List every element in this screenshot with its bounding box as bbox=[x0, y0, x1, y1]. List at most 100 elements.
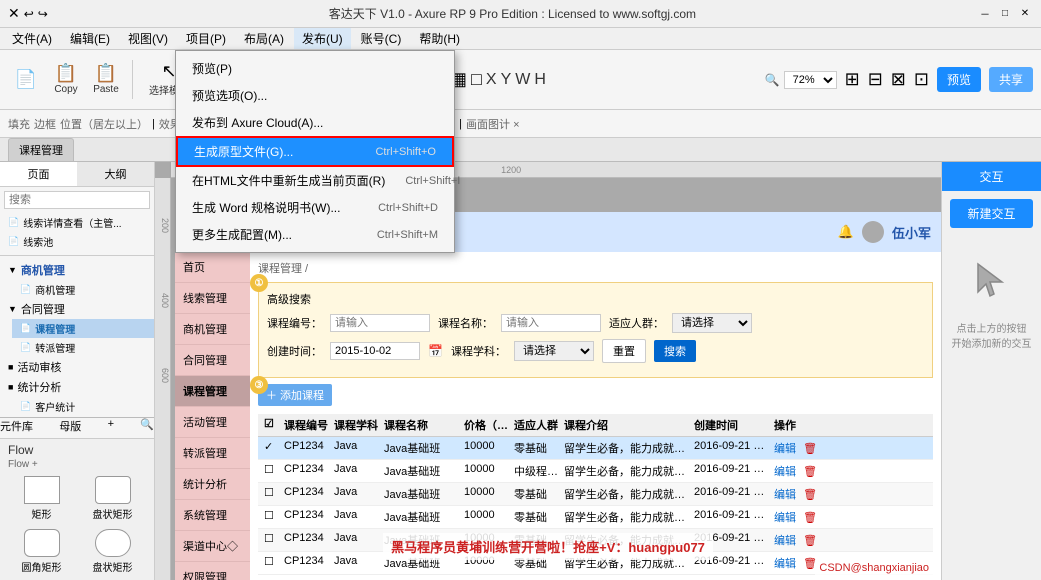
header-price: 价格（元） bbox=[462, 417, 512, 433]
maximize-btn[interactable]: □ bbox=[997, 6, 1013, 22]
search-element-btn[interactable]: 🔍 bbox=[140, 418, 154, 434]
flow-roundrect-label: 圆角矩形 bbox=[22, 559, 62, 574]
toolbar-icon-4[interactable]: ⊡ bbox=[914, 69, 929, 90]
minimize-btn[interactable]: － bbox=[977, 6, 993, 22]
flow-sublabel: Flow + bbox=[8, 459, 146, 470]
menu-view[interactable]: 视图(V) bbox=[120, 28, 176, 49]
tree-item-pool[interactable]: 📄 线索池 bbox=[0, 232, 154, 251]
ruler-vertical: 200 400 600 bbox=[155, 178, 171, 580]
header-code: 课程编号 bbox=[282, 417, 332, 433]
row5-delete-btn[interactable]: 🗑 bbox=[803, 535, 817, 547]
crm-nav-transfer[interactable]: 转派管理 bbox=[175, 438, 250, 469]
undo-btn[interactable]: ↩ bbox=[24, 7, 34, 21]
toolbar-right-group: 🔍 72% ⊞ ⊟ ⊠ ⊡ 预览 共享 bbox=[757, 67, 1033, 92]
tree-item-query[interactable]: 📄 线索详情查看（主管... bbox=[0, 213, 154, 232]
copy-btn[interactable]: 📋 Copy bbox=[48, 60, 84, 99]
crm-nav-course[interactable]: 课程管理 bbox=[175, 376, 250, 407]
menu-publish[interactable]: 发布(U) bbox=[294, 28, 351, 49]
preview-btn[interactable]: 预览 bbox=[937, 67, 981, 92]
row5-edit-btn[interactable]: 编辑 bbox=[774, 535, 796, 547]
row3-delete-btn[interactable]: 🗑 bbox=[803, 489, 817, 501]
menu-refresh-html[interactable]: 在HTML文件中重新生成当前页面(R) Ctrl+Shift+I bbox=[176, 167, 454, 194]
toolbar-icon-1[interactable]: ⊞ bbox=[845, 69, 860, 90]
add-element-btn[interactable]: + bbox=[108, 418, 114, 434]
tree-item-transfer[interactable]: 📄 转派管理 bbox=[12, 338, 154, 357]
menu-publish-cloud[interactable]: 发布到 Axure Cloud(A)... bbox=[176, 109, 454, 136]
tree-item-course-mgmt[interactable]: 📄 课程管理 bbox=[12, 319, 154, 338]
tab-outline[interactable]: 大纲 bbox=[77, 162, 154, 186]
crm-nav-contract[interactable]: 合同管理 bbox=[175, 345, 250, 376]
tree-item-contract-mgmt[interactable]: ▼ 合同管理 bbox=[0, 299, 154, 319]
create-time-input[interactable] bbox=[330, 342, 420, 360]
row2-check[interactable]: ☐ bbox=[262, 463, 282, 479]
course-name-input[interactable] bbox=[501, 314, 601, 332]
row4-delete-btn[interactable]: 🗑 bbox=[803, 512, 817, 524]
row2-edit-btn[interactable]: 编辑 bbox=[774, 466, 796, 478]
calendar-icon[interactable]: 📅 bbox=[428, 344, 443, 358]
menu-file[interactable]: 文件(A) bbox=[4, 28, 60, 49]
right-tab-interact[interactable]: 交互 bbox=[942, 162, 1041, 191]
menu-project[interactable]: 项目(P) bbox=[178, 28, 234, 49]
toolbar-icon-2[interactable]: ⊟ bbox=[868, 69, 883, 90]
tab-course-mgmt[interactable]: 课程管理 bbox=[8, 138, 74, 161]
element-panel: 元件库 母版 + 🔍 Flow Flow + 矩形 盘状矩形 bbox=[0, 417, 154, 580]
flow-roundrect-item[interactable]: 圆角矩形 bbox=[8, 527, 75, 576]
menu-preview-opts[interactable]: 预览选项(O)... bbox=[176, 82, 454, 109]
row4-edit-btn[interactable]: 编辑 bbox=[774, 512, 796, 524]
row6-edit-btn[interactable]: 编辑 bbox=[774, 558, 796, 570]
tree-item-customer-stat[interactable]: 📄 客户统计 bbox=[12, 397, 154, 416]
menu-layout[interactable]: 布局(A) bbox=[236, 28, 292, 49]
course-type-select[interactable]: 请选择 bbox=[514, 341, 594, 361]
row3-edit-btn[interactable]: 编辑 bbox=[774, 489, 796, 501]
flow-round-item[interactable]: 盘状矩形 bbox=[79, 474, 146, 523]
new-interact-btn[interactable]: 新建交互 bbox=[950, 199, 1033, 228]
flow-stadium-item[interactable]: 盘状矩形 bbox=[79, 527, 146, 576]
tree-item-merchant[interactable]: 📄 商机管理 bbox=[12, 280, 154, 299]
paste-btn[interactable]: 📋 Paste bbox=[88, 60, 124, 99]
text-y-label: Y bbox=[501, 71, 512, 89]
expand-icon-stats: ■ bbox=[8, 382, 13, 392]
row1-delete-btn[interactable]: 🗑 bbox=[803, 443, 817, 455]
header-subject: 课程学科 bbox=[332, 417, 382, 433]
row1-check[interactable]: ✓ bbox=[262, 440, 282, 456]
close-btn[interactable]: ✕ bbox=[1017, 6, 1033, 22]
tree-item-merchant-mgmt[interactable]: ▼ 商机管理 bbox=[0, 260, 154, 280]
menu-more-generate[interactable]: 更多生成配置(M)... Ctrl+Shift+M bbox=[176, 221, 454, 248]
reset-btn[interactable]: 重置 bbox=[602, 339, 646, 363]
menu-preview[interactable]: 预览(P) bbox=[176, 55, 454, 82]
border-btn[interactable]: □ bbox=[471, 69, 482, 90]
redo-btn[interactable]: ↪ bbox=[38, 7, 48, 21]
menu-generate-html[interactable]: 生成原型文件(G)... Ctrl+Shift+O bbox=[176, 136, 454, 167]
course-code-input[interactable] bbox=[330, 314, 430, 332]
crm-nav-system[interactable]: 系统管理 bbox=[175, 500, 250, 531]
menu-edit[interactable]: 编辑(E) bbox=[62, 28, 118, 49]
crm-nav-merchant[interactable]: 商机管理 bbox=[175, 314, 250, 345]
add-course-btn[interactable]: ＋ 添加课程 bbox=[258, 384, 332, 406]
crm-top-right: 🔔 伍小军 bbox=[838, 221, 931, 243]
sidebar-search-input[interactable] bbox=[4, 191, 150, 209]
new-file-btn[interactable]: 📄 bbox=[8, 66, 44, 94]
tab-pages[interactable]: 页面 bbox=[0, 162, 77, 186]
crm-nav-rights[interactable]: 权限管理 bbox=[175, 562, 250, 580]
crm-nav-home[interactable]: 首页 bbox=[175, 252, 250, 283]
menu-generate-word[interactable]: 生成 Word 规格说明书(W)... Ctrl+Shift+D bbox=[176, 194, 454, 221]
share-btn[interactable]: 共享 bbox=[989, 67, 1033, 92]
tree-item-stats-mgmt[interactable]: ■ 统计分析 bbox=[0, 377, 154, 397]
zoom-select[interactable]: 72% bbox=[784, 71, 837, 89]
menu-account[interactable]: 账号(C) bbox=[353, 28, 410, 49]
flow-roundrect-shape bbox=[24, 529, 60, 557]
menu-help[interactable]: 帮助(H) bbox=[411, 28, 468, 49]
toolbar-icon-3[interactable]: ⊠ bbox=[891, 69, 906, 90]
row1-edit-btn[interactable]: 编辑 bbox=[774, 443, 796, 455]
row2-delete-btn[interactable]: 🗑 bbox=[803, 466, 817, 478]
tree-icon-course: 📄 bbox=[20, 323, 31, 334]
crm-nav-clue[interactable]: 线索管理 bbox=[175, 283, 250, 314]
flow-rect-item[interactable]: 矩形 bbox=[8, 474, 75, 523]
audience-select[interactable]: 请选择 bbox=[672, 313, 752, 333]
search-btn[interactable]: 搜索 bbox=[654, 340, 696, 362]
crm-nav-stats[interactable]: 统计分析 bbox=[175, 469, 250, 500]
crm-nav-channel[interactable]: 渠道中心◇ bbox=[175, 531, 250, 562]
audience-label: 适应人群： bbox=[609, 315, 664, 331]
crm-nav-activity[interactable]: 活动管理 bbox=[175, 407, 250, 438]
tree-item-activity[interactable]: ■ 活动审核 bbox=[0, 357, 154, 377]
